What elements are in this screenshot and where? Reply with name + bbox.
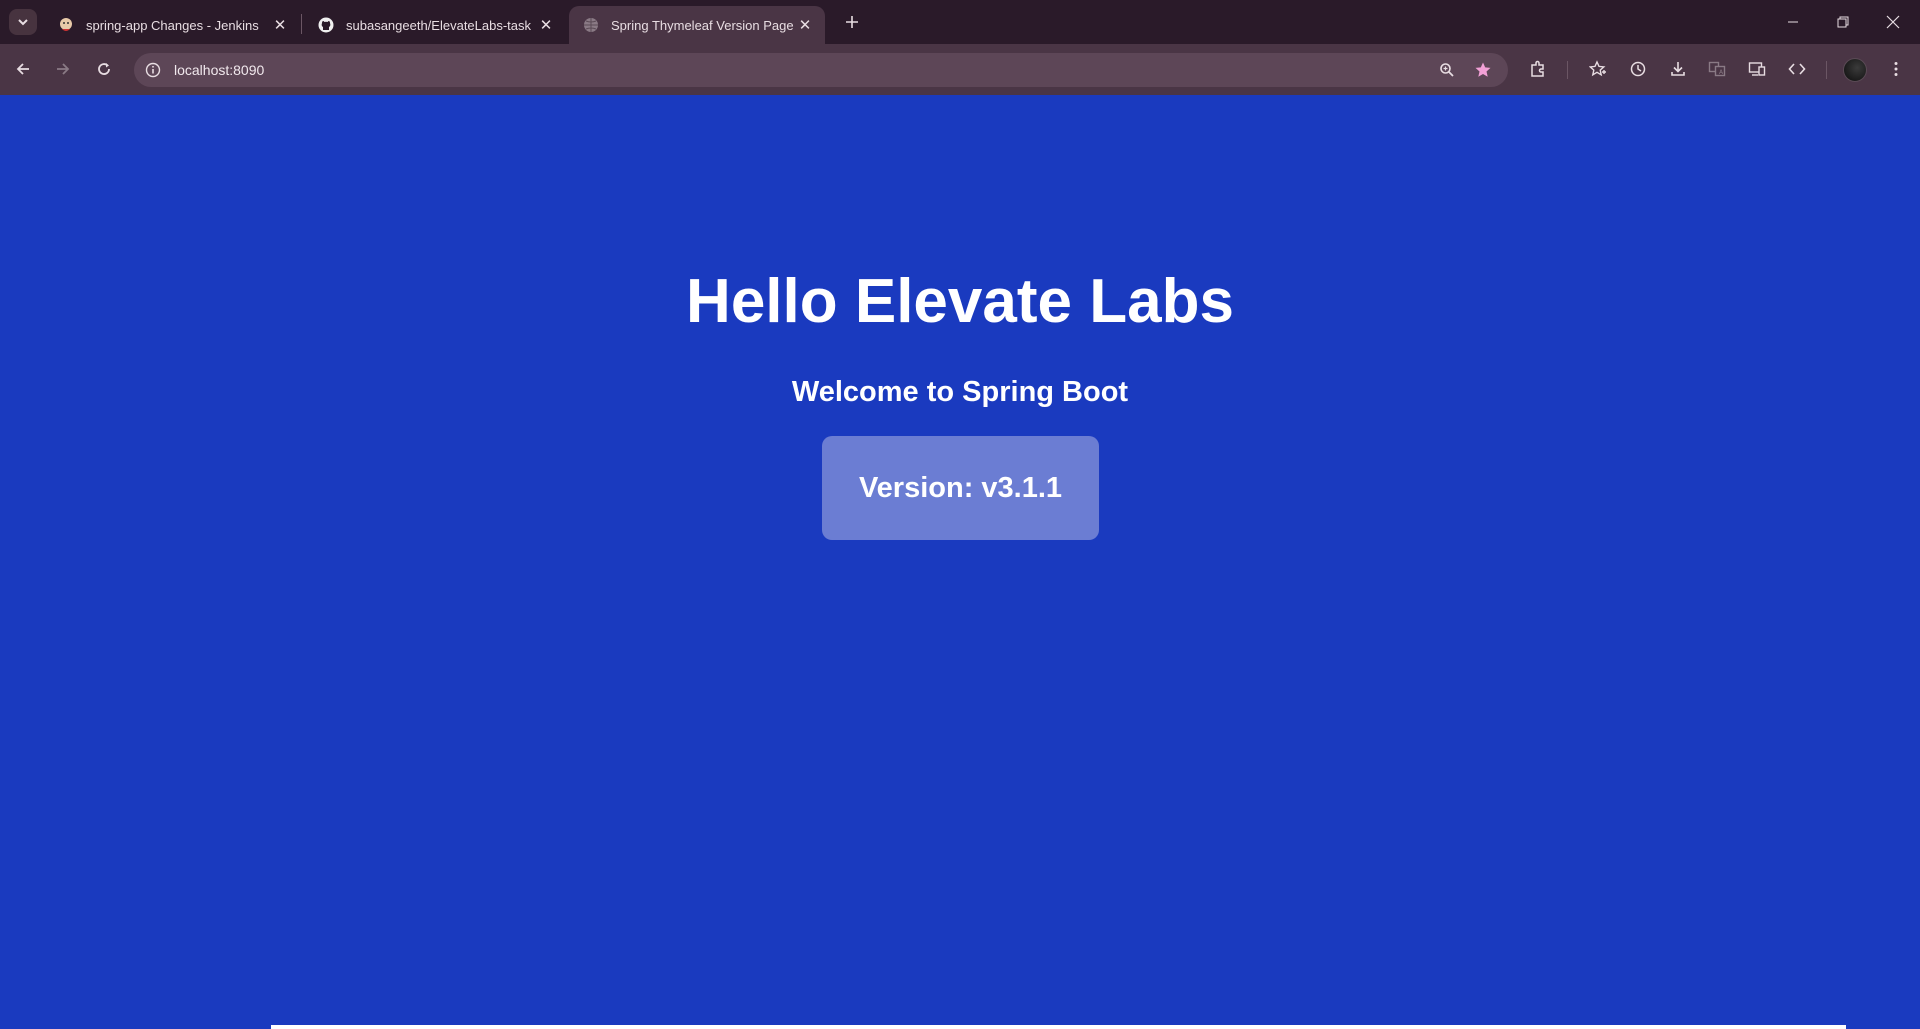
restore-icon — [1837, 16, 1849, 28]
close-icon[interactable]: ✕ — [536, 15, 556, 35]
page-subheading: Welcome to Spring Boot — [791, 376, 1129, 408]
tab-divider — [301, 14, 302, 34]
tab-title: Spring Thymeleaf Version Page — [611, 17, 794, 33]
tab-github[interactable]: subasangeeth/ElevateLabs-task ✕ — [304, 6, 566, 44]
page-content: Hello Elevate Labs Welcome to Spring Boo… — [0, 95, 1920, 1029]
site-info-icon[interactable] — [144, 61, 162, 79]
history-icon[interactable] — [1626, 57, 1650, 81]
arrow-right-icon — [55, 61, 71, 77]
close-window-button[interactable] — [1868, 0, 1918, 44]
minimize-button[interactable] — [1768, 0, 1818, 44]
github-icon — [318, 17, 334, 33]
cast-device-icon[interactable] — [1745, 57, 1769, 81]
url-text: localhost:8090 — [174, 62, 265, 78]
code-icon[interactable] — [1785, 57, 1809, 81]
tab-title: spring-app Changes - Jenkins — [86, 17, 259, 33]
globe-icon — [583, 17, 599, 33]
forward-button[interactable] — [48, 54, 78, 84]
close-icon[interactable]: ✕ — [270, 15, 290, 35]
zoom-icon[interactable] — [1437, 60, 1457, 80]
minimize-icon — [1787, 16, 1799, 28]
reload-button[interactable] — [89, 54, 119, 84]
back-button[interactable] — [8, 54, 38, 84]
tab-spring-version-page[interactable]: Spring Thymeleaf Version Page ✕ — [569, 6, 825, 44]
browser-toolbar: localhost:8090 A — [0, 44, 1920, 95]
tab-search-button[interactable] — [9, 9, 37, 35]
restore-button[interactable] — [1818, 0, 1868, 44]
close-icon — [1886, 15, 1900, 29]
toolbar-divider — [1567, 61, 1568, 79]
more-menu-icon[interactable] — [1884, 57, 1908, 81]
tab-title: subasangeeth/ElevateLabs-task — [346, 17, 532, 33]
tab-jenkins[interactable]: spring-app Changes - Jenkins ✕ — [44, 6, 300, 44]
bookmark-star-icon[interactable] — [1473, 60, 1493, 80]
address-bar[interactable]: localhost:8090 — [134, 53, 1508, 87]
version-card: Version: v3.1.1 — [822, 436, 1099, 540]
extensions-icon[interactable] — [1526, 57, 1550, 81]
tab-strip: spring-app Changes - Jenkins ✕ subasange… — [0, 0, 1920, 44]
profile-avatar[interactable] — [1843, 58, 1867, 82]
download-icon[interactable] — [1666, 57, 1690, 81]
bottom-status-bar — [271, 1025, 1846, 1029]
reload-icon — [96, 61, 112, 77]
translate-icon[interactable]: A — [1705, 57, 1729, 81]
browser-chrome: spring-app Changes - Jenkins ✕ subasange… — [0, 0, 1920, 95]
close-icon[interactable]: ✕ — [795, 15, 815, 35]
chevron-down-icon — [17, 16, 29, 28]
toolbar-divider — [1826, 61, 1827, 79]
arrow-left-icon — [15, 61, 31, 77]
new-tab-button[interactable] — [838, 9, 866, 35]
bookmarks-icon[interactable] — [1586, 57, 1610, 81]
plus-icon — [845, 15, 859, 29]
page-heading: Hello Elevate Labs — [686, 267, 1234, 336]
jenkins-icon — [58, 17, 74, 33]
version-label: Version: v3.1.1 — [858, 471, 1063, 504]
